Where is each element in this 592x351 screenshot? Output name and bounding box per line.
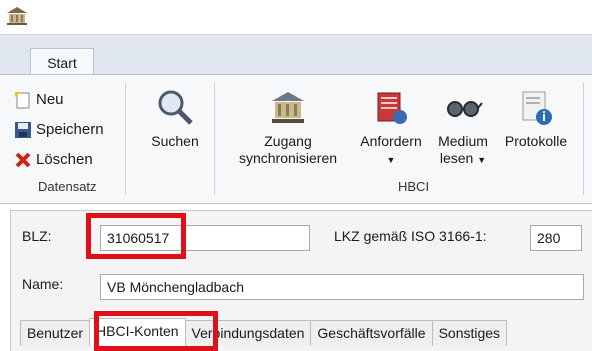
magnifier-icon [158,90,193,125]
highlight-box-blz [86,213,186,259]
zugang-label-1: Zugang [264,133,312,149]
new-document-icon [15,92,30,109]
tab-benutzer[interactable]: Benutzer [20,320,91,346]
bank-icon [7,7,27,25]
documents-request-icon [377,92,407,124]
ribbon-separator [125,83,126,195]
name-field[interactable]: VB Mönchengladbach [100,274,584,300]
speichern-button[interactable]: Speichern [14,119,104,141]
tab-sonstiges[interactable]: Sonstiges [431,320,508,346]
group-label-datensatz: Datensatz [38,179,97,194]
neu-button[interactable]: Neu [14,89,64,111]
name-label: Name: [22,276,64,292]
suchen-button[interactable]: Suchen [146,87,204,150]
highlight-box-hbci-konten [94,311,218,351]
save-icon [15,122,31,138]
log-document-icon [522,91,552,125]
zugang-synchronisieren-button[interactable]: Zugang synchronisieren [228,89,348,167]
lkz-field[interactable]: 280 [530,225,582,251]
zugang-label-2: synchronisieren [238,150,338,166]
anfordern-label: Anfordern [360,133,422,149]
protokolle-label: Protokolle [504,133,568,149]
medium-dropdown-icon: ▼ [477,155,487,165]
ribbon-tab-row: Start [0,34,592,76]
protokolle-button[interactable]: Protokolle [496,89,576,150]
delete-icon [15,152,31,168]
title-bar [0,0,592,34]
glasses-icon [447,101,483,117]
group-label-hbci: HBCI [398,179,430,194]
medium-lesen-button[interactable]: Medium lesen ▼ [432,89,494,169]
neu-label: Neu [36,91,64,108]
loeschen-label: Löschen [36,151,93,168]
suchen-label: Suchen [151,133,199,149]
detail-tabs: Benutzer HBCI-Konten Verbindungsdaten Ge… [20,318,508,346]
loeschen-button[interactable]: Löschen [14,149,93,171]
ribbon: Neu Speichern Löschen Datensatz Suchen Z… [0,74,592,204]
tab-start[interactable]: Start [30,48,94,76]
anfordern-dropdown-icon: ▼ [386,155,396,165]
anfordern-button[interactable]: Anfordern ▼ [350,89,432,169]
speichern-label: Speichern [36,121,104,138]
ribbon-separator [583,83,584,195]
medium-label-2: lesen [439,150,474,166]
tab-geschaeftsvorfaelle[interactable]: Geschäftsvorfälle [310,320,433,346]
blz-label: BLZ: [22,228,52,244]
medium-label-1: Medium [438,133,488,149]
ribbon-separator [214,83,215,195]
lkz-label: LKZ gemäß ISO 3166-1: [334,228,487,244]
bank-sync-icon [272,92,304,123]
